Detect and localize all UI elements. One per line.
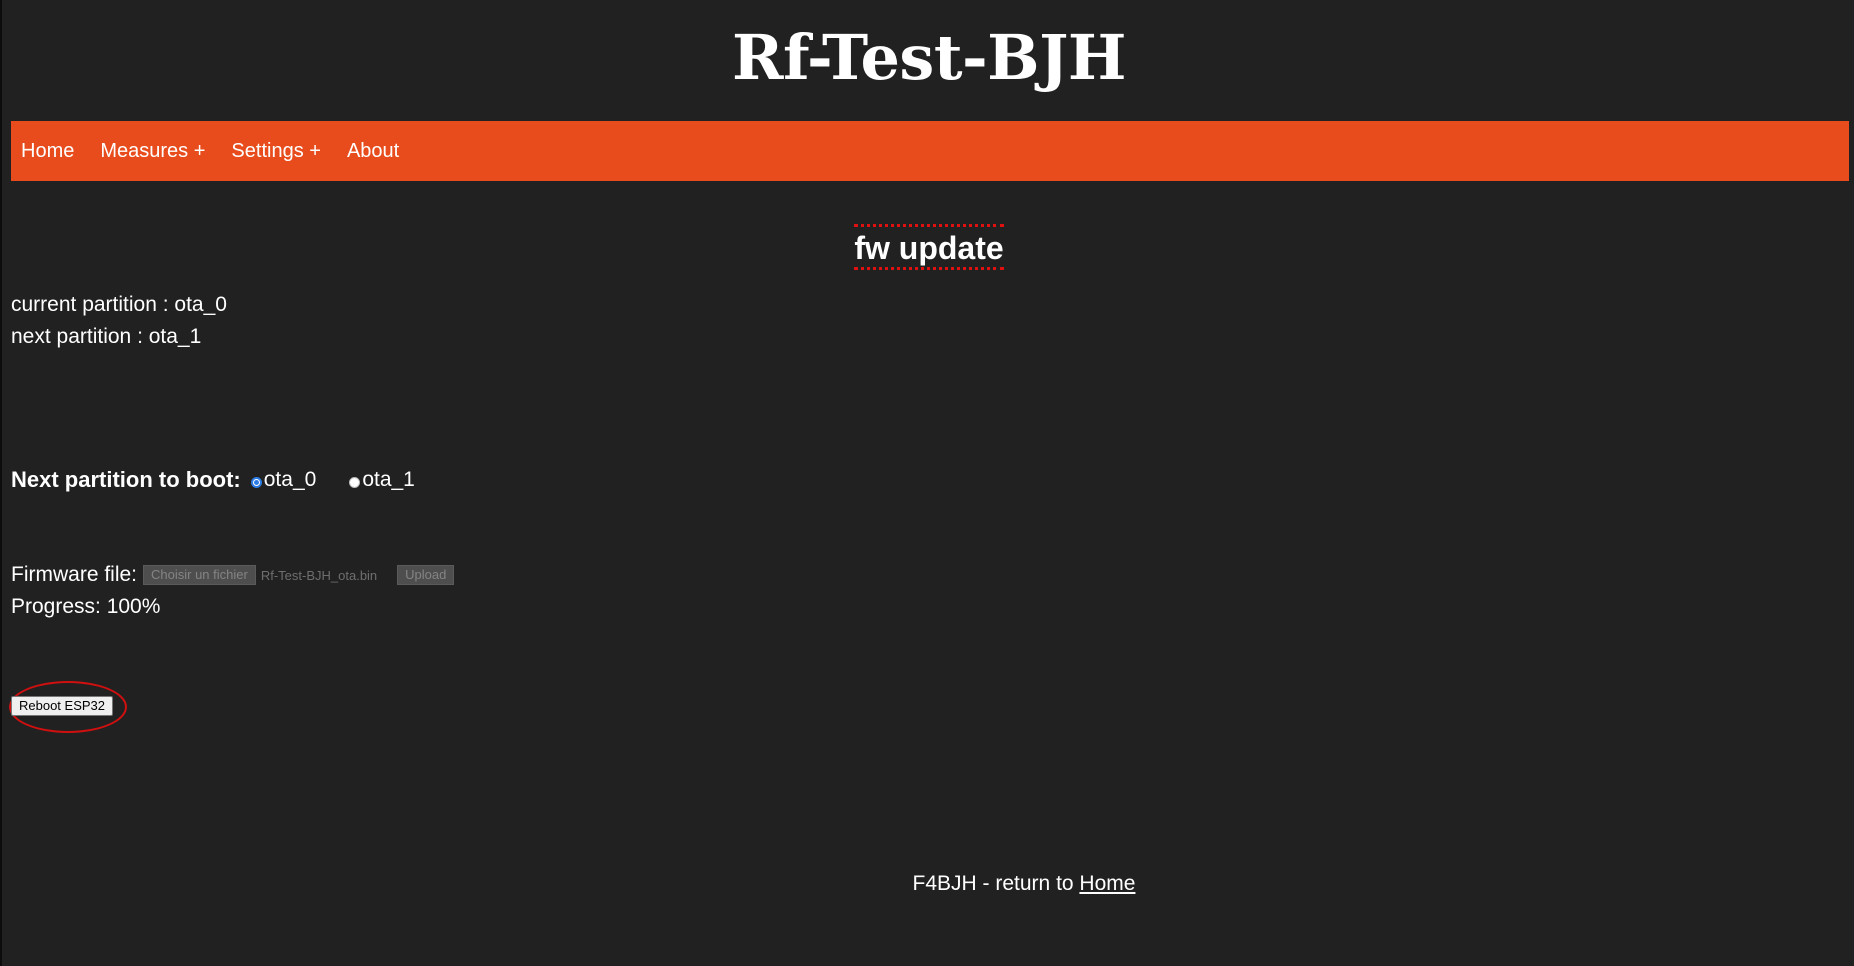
footer-inner: F4BJH - return to Home: [913, 870, 1136, 898]
page: Rf-Test-BJH Home Measures + Settings + A…: [0, 0, 1852, 966]
site-title: Rf-Test-BJH: [731, 21, 1127, 94]
nav-item-measures[interactable]: Measures +: [100, 140, 205, 163]
reboot-button[interactable]: Reboot ESP32: [11, 696, 114, 716]
nav-item-settings[interactable]: Settings +: [231, 140, 321, 163]
section-title-wrap: fw update: [2, 224, 1854, 270]
radio-ota-1[interactable]: [349, 476, 361, 488]
radio-ota-1-label[interactable]: ota_1: [362, 468, 415, 492]
boot-partition-selector: Next partition to boot: ota_0 ota_1: [11, 464, 448, 496]
upload-button[interactable]: Upload: [397, 565, 455, 585]
radio-ota-0-label[interactable]: ota_0: [264, 468, 317, 492]
firmware-file-label: Firmware file:: [11, 563, 138, 586]
choose-file-button[interactable]: Choisir un fichier: [143, 565, 256, 585]
footer-text: F4BJH - return to: [912, 872, 1080, 895]
footer-home-link[interactable]: Home: [1079, 872, 1135, 895]
radio-ota-0[interactable]: [250, 476, 262, 488]
firmware-file-row: Firmware file: Choisir un fichier Rf-Tes…: [11, 560, 455, 590]
nav-item-about[interactable]: About: [347, 140, 399, 163]
boot-partition-label: Next partition to boot:: [11, 467, 241, 492]
progress-text: Progress: 100%: [11, 595, 161, 618]
nav-item-home[interactable]: Home: [21, 140, 74, 163]
section-title: fw update: [854, 224, 1004, 270]
current-partition-text: current partition : ota_0: [11, 293, 227, 316]
next-partition-text: next partition : ota_1: [11, 325, 202, 348]
footer: F4BJH - return to Home: [2, 870, 1854, 898]
navbar: Home Measures + Settings + About: [11, 121, 1849, 181]
selected-file-name: Rf-Test-BJH_ota.bin: [260, 567, 378, 583]
